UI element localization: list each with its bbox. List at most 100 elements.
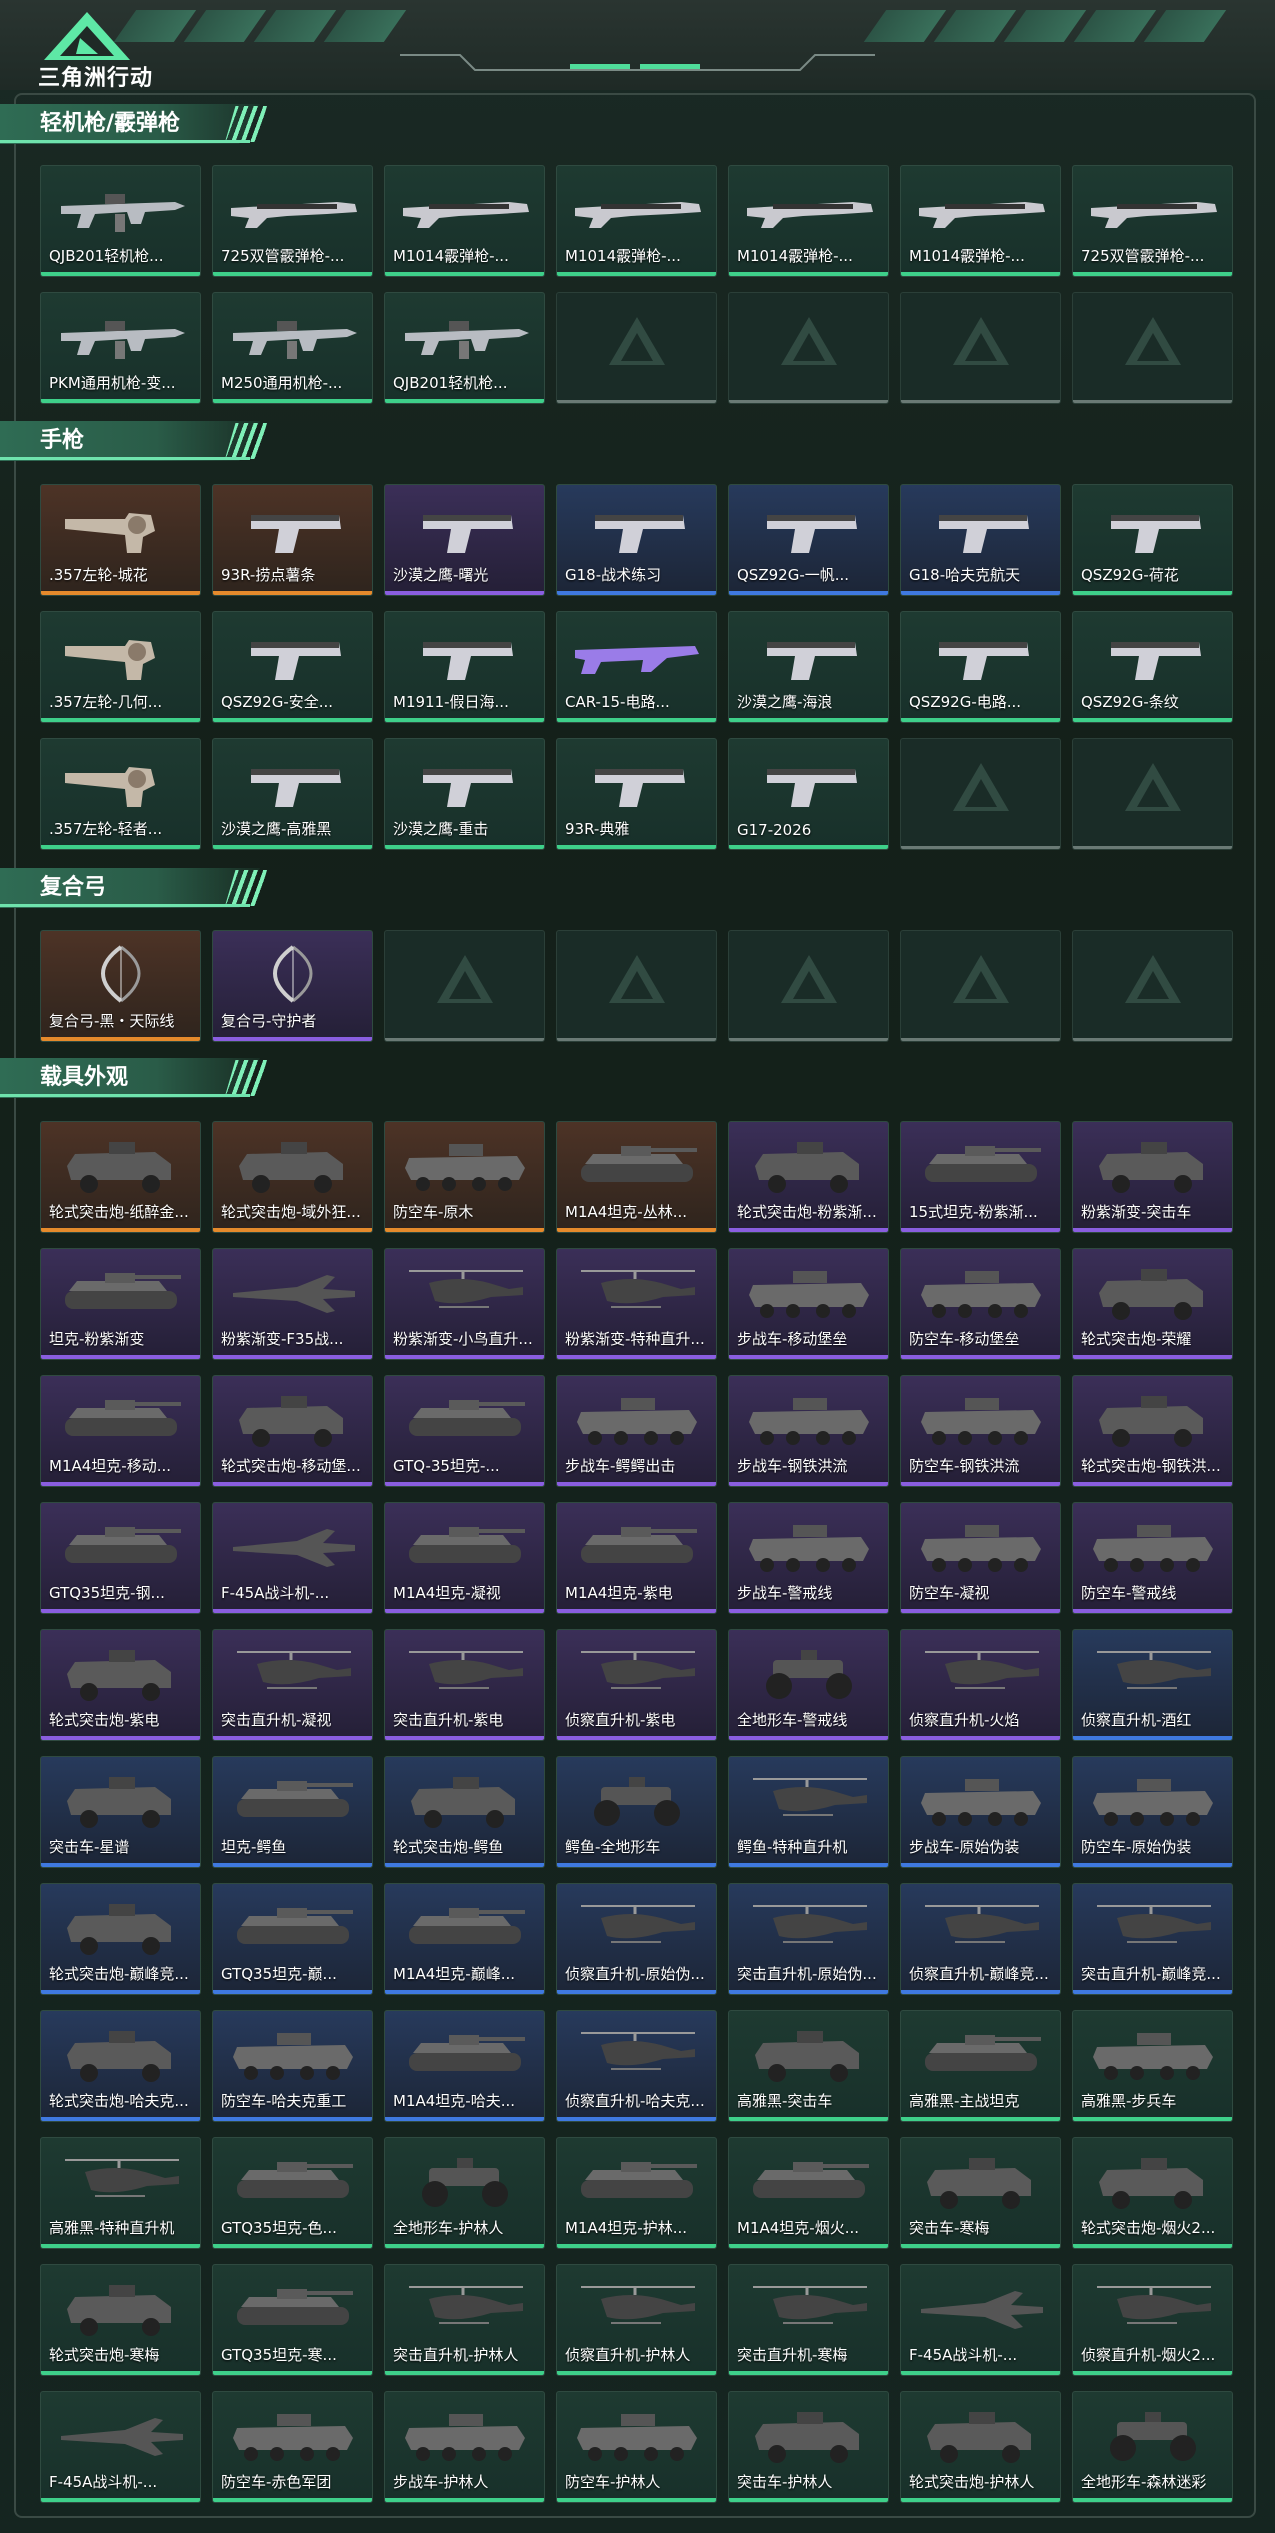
item-card[interactable]: 步战车-鳄鳄出击 [556,1375,717,1487]
item-card[interactable]: 突击直升机-寒梅 [728,2264,889,2376]
item-card[interactable]: 93R-典雅 [556,738,717,850]
item-card[interactable]: 高雅黑-特种直升机 [40,2137,201,2249]
item-card[interactable]: 复合弓-守护者 [212,930,373,1042]
item-card[interactable]: M1014霰弹枪-... [728,165,889,277]
item-card[interactable]: 轮式突击炮-钢铁洪... [1072,1375,1233,1487]
item-card[interactable]: 轮式突击炮-烟火2... [1072,2137,1233,2249]
item-card[interactable]: 步战车-移动堡垒 [728,1248,889,1360]
item-card[interactable]: QSZ92G-荷花 [1072,484,1233,596]
item-card[interactable]: 粉紫渐变-突击车 [1072,1121,1233,1233]
item-card[interactable]: .357左轮-轻者... [40,738,201,850]
item-card[interactable]: 复合弓-黑・天际线 [40,930,201,1042]
item-card[interactable]: 轮式突击炮-移动堡... [212,1375,373,1487]
item-card[interactable]: 全地形车-护林人 [384,2137,545,2249]
item-card[interactable]: 突击直升机-凝视 [212,1629,373,1741]
item-card[interactable]: GTQ-35坦克-... [384,1375,545,1487]
item-card[interactable]: F-45A战斗机-... [212,1502,373,1614]
item-card[interactable]: M250通用机枪-... [212,292,373,404]
item-card[interactable]: 防空车-凝视 [900,1502,1061,1614]
item-card[interactable]: 侦察直升机-原始伪... [556,1883,717,1995]
item-card[interactable]: M1014霰弹枪-... [556,165,717,277]
item-card[interactable]: F-45A战斗机-... [40,2391,201,2503]
item-card[interactable]: 93R-捞点薯条 [212,484,373,596]
item-card[interactable]: GTQ35坦克-寒... [212,2264,373,2376]
item-card[interactable]: 突击直升机-巅峰竞... [1072,1883,1233,1995]
item-card[interactable]: 高雅黑-步兵车 [1072,2010,1233,2122]
item-card[interactable]: 步战车-护林人 [384,2391,545,2503]
item-card[interactable]: 沙漠之鹰-海浪 [728,611,889,723]
item-card[interactable]: QJB201轻机枪... [40,165,201,277]
item-card[interactable]: M1A4坦克-丛林... [556,1121,717,1233]
item-card[interactable]: 轮式突击炮-紫电 [40,1629,201,1741]
item-card[interactable]: 高雅黑-突击车 [728,2010,889,2122]
item-card[interactable]: 轮式突击炮-荣耀 [1072,1248,1233,1360]
item-card[interactable]: 轮式突击炮-护林人 [900,2391,1061,2503]
item-card[interactable]: 突击车-星谱 [40,1756,201,1868]
item-card[interactable]: 鳄鱼-特种直升机 [728,1756,889,1868]
item-card[interactable]: 坦克-鳄鱼 [212,1756,373,1868]
item-card[interactable]: 防空车-哈夫克重工 [212,2010,373,2122]
item-card[interactable]: 沙漠之鹰-曙光 [384,484,545,596]
item-card[interactable]: GTQ35坦克-钢... [40,1502,201,1614]
item-card[interactable]: 坦克-粉紫渐变 [40,1248,201,1360]
item-card[interactable]: M1A4坦克-紫电 [556,1502,717,1614]
item-card[interactable]: 防空车-护林人 [556,2391,717,2503]
item-card[interactable]: G18-战术练习 [556,484,717,596]
item-card[interactable]: 步战车-原始伪装 [900,1756,1061,1868]
item-card[interactable]: 沙漠之鹰-高雅黑 [212,738,373,850]
item-card[interactable]: 轮式突击炮-纸醉金... [40,1121,201,1233]
item-card[interactable]: QSZ92G-一帆... [728,484,889,596]
item-card[interactable]: 突击车-护林人 [728,2391,889,2503]
item-card[interactable]: 突击直升机-紫电 [384,1629,545,1741]
item-card[interactable]: 鳄鱼-全地形车 [556,1756,717,1868]
item-card[interactable]: PKM通用机枪-变... [40,292,201,404]
item-card[interactable]: 侦察直升机-哈夫克... [556,2010,717,2122]
item-card[interactable]: QSZ92G-条纹 [1072,611,1233,723]
item-card[interactable]: 防空车-赤色军团 [212,2391,373,2503]
item-card[interactable]: 突击直升机-护林人 [384,2264,545,2376]
item-card[interactable]: 轮式突击炮-域外狂... [212,1121,373,1233]
item-card[interactable]: GTQ35坦克-色... [212,2137,373,2249]
item-card[interactable]: F-45A战斗机-... [900,2264,1061,2376]
item-card[interactable]: QSZ92G-安全... [212,611,373,723]
item-card[interactable]: .357左轮-城花 [40,484,201,596]
item-card[interactable]: 轮式突击炮-寒梅 [40,2264,201,2376]
item-card[interactable]: M1014霰弹枪-... [384,165,545,277]
item-card[interactable]: 高雅黑-主战坦克 [900,2010,1061,2122]
item-card[interactable]: 防空车-移动堡垒 [900,1248,1061,1360]
item-card[interactable]: G18-哈夫克航天 [900,484,1061,596]
item-card[interactable]: 轮式突击炮-巅峰竞... [40,1883,201,1995]
item-card[interactable]: .357左轮-几何... [40,611,201,723]
item-card[interactable]: 轮式突击炮-哈夫克... [40,2010,201,2122]
item-card[interactable]: QSZ92G-电路... [900,611,1061,723]
item-card[interactable]: 全地形车-警戒线 [728,1629,889,1741]
item-card[interactable]: 全地形车-森林迷彩 [1072,2391,1233,2503]
item-card[interactable]: 粉紫渐变-F35战... [212,1248,373,1360]
item-card[interactable]: M1A4坦克-移动... [40,1375,201,1487]
item-card[interactable]: 侦察直升机-巅峰竞... [900,1883,1061,1995]
item-card[interactable]: 725双管霰弹枪-... [212,165,373,277]
item-card[interactable]: M1A4坦克-护林... [556,2137,717,2249]
item-card[interactable]: QJB201轻机枪... [384,292,545,404]
item-card[interactable]: 侦察直升机-烟火2... [1072,2264,1233,2376]
item-card[interactable]: 防空车-原始伪装 [1072,1756,1233,1868]
item-card[interactable]: GTQ35坦克-巅... [212,1883,373,1995]
item-card[interactable]: 725双管霰弹枪-... [1072,165,1233,277]
item-card[interactable]: M1911-假日海... [384,611,545,723]
item-card[interactable]: CAR-15-电路... [556,611,717,723]
item-card[interactable]: 沙漠之鹰-重击 [384,738,545,850]
item-card[interactable]: 突击直升机-原始伪... [728,1883,889,1995]
item-card[interactable]: 侦察直升机-酒红 [1072,1629,1233,1741]
item-card[interactable]: 轮式突击炮-粉紫渐... [728,1121,889,1233]
item-card[interactable]: 突击车-寒梅 [900,2137,1061,2249]
item-card[interactable]: G17-2026 [728,738,889,850]
item-card[interactable]: 防空车-警戒线 [1072,1502,1233,1614]
item-card[interactable]: 防空车-原木 [384,1121,545,1233]
item-card[interactable]: M1A4坦克-哈夫... [384,2010,545,2122]
item-card[interactable]: 粉紫渐变-特种直升... [556,1248,717,1360]
item-card[interactable]: 侦察直升机-火焰 [900,1629,1061,1741]
item-card[interactable]: 侦察直升机-护林人 [556,2264,717,2376]
item-card[interactable]: M1A4坦克-烟火... [728,2137,889,2249]
item-card[interactable]: 侦察直升机-紫电 [556,1629,717,1741]
item-card[interactable]: M1A4坦克-凝视 [384,1502,545,1614]
